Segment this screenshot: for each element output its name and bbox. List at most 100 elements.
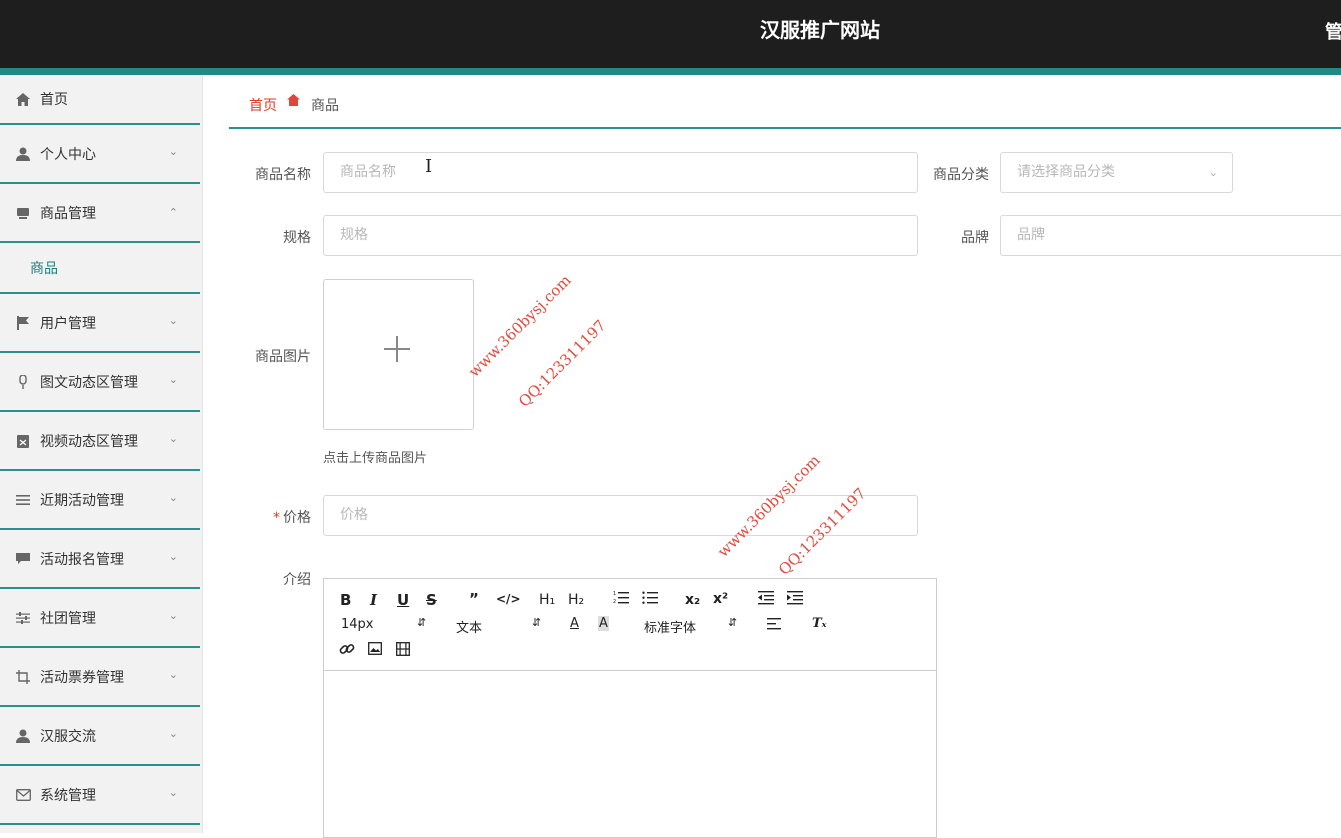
sidebar-item-label: 系统管理 [40,787,96,804]
sidebar-item-video[interactable]: 视频动态区管理 ⌄ [0,412,200,471]
chevron-down-icon: ⌄ [168,491,178,504]
sidebar-item-label: 活动报名管理 [40,551,124,568]
chevron-down-icon: ⌄ [168,314,178,327]
updown-icon: ⇵ [532,616,542,629]
price-label-text: 价格 [283,510,311,526]
sidebar-item-home[interactable]: 首页 [0,75,200,125]
top-header: 汉服推广网站 管 [0,0,1341,68]
main-content: 首页 商品 商品名称 商品名称 商品分类 请选择商品分类 ⌄ 规格 规格 品牌 … [229,75,1341,838]
sidebar-item-label: 商品管理 [40,205,96,222]
brand-input[interactable]: 品牌 [1000,215,1341,256]
category-select[interactable]: 请选择商品分类 ⌄ [1000,152,1233,193]
background-color-icon[interactable]: A [598,616,609,631]
sidebar-subitem-goods[interactable]: 商品 [0,243,200,294]
home-icon [14,91,32,107]
breadcrumb-home[interactable]: 首页 [249,95,277,115]
spec-label: 规格 [283,230,311,246]
brand-label: 品牌 [961,230,989,246]
outdent-icon[interactable] [758,591,774,609]
text-type-select[interactable]: 文本 [456,617,482,636]
flag-icon [14,315,32,331]
h2-icon[interactable]: H₂ [568,592,584,608]
code-icon[interactable]: </> [496,592,521,606]
sidebar-item-hanfu-exchange[interactable]: 汉服交流 ⌄ [0,707,200,766]
user-icon [14,728,32,744]
header-accent-strip [0,68,1341,75]
category-placeholder: 请选择商品分类 [1017,164,1115,180]
spec-input[interactable]: 规格 [323,215,918,256]
italic-icon[interactable]: I [370,591,377,609]
admin-label[interactable]: 管 [1325,18,1341,44]
intro-label: 介绍 [283,572,311,588]
sidebar-item-ticket[interactable]: 活动票券管理 ⌄ [0,648,200,707]
chevron-down-icon: ⌄ [168,786,178,799]
image-label: 商品图片 [255,349,311,365]
video-icon[interactable] [396,642,410,660]
chevron-down-icon: ⌄ [168,609,178,622]
image-upload[interactable] [323,279,474,430]
h1-icon[interactable]: H₁ [539,592,555,608]
chevron-down-icon: ⌄ [168,432,178,445]
chevron-down-icon: ⌄ [168,668,178,681]
site-title: 汉服推广网站 [760,18,880,42]
chevron-down-icon: ⌄ [168,727,178,740]
sidebar-item-club[interactable]: 社团管理 ⌄ [0,589,200,648]
image-icon[interactable] [368,642,382,659]
sidebar-item-article[interactable]: 图文动态区管理 ⌄ [0,353,200,412]
plus-icon [384,336,410,362]
breadcrumb: 首页 商品 [229,75,1341,129]
underline-icon[interactable]: U [397,591,409,609]
chevron-down-icon: ⌄ [168,373,178,386]
sidebar-item-goods[interactable]: 商品管理 ⌃ [0,184,200,243]
goods-name-input[interactable]: 商品名称 [323,152,918,193]
text-cursor-icon: I [425,156,433,177]
mail-icon [14,787,32,803]
chevron-down-icon: ⌄ [168,145,178,158]
mic-icon [14,374,32,390]
home-icon [287,94,300,110]
sidebar-item-label: 活动票券管理 [40,669,124,686]
chevron-down-icon: ⌄ [1208,166,1218,179]
price-label: * 价格 [231,507,311,527]
bold-icon[interactable]: B [340,591,351,609]
sliders-icon [14,610,32,626]
editor-content-area[interactable] [324,671,936,837]
sidebar-item-system[interactable]: 系统管理 ⌄ [0,766,200,825]
strike-icon[interactable]: S [426,591,437,609]
bullet-list-icon[interactable] [642,590,658,609]
sidebar-item-activity[interactable]: 近期活动管理 ⌄ [0,471,200,530]
box-icon [14,205,32,221]
updown-icon: ⇵ [417,616,427,629]
sidebar-item-signup[interactable]: 活动报名管理 ⌄ [0,530,200,589]
sidebar-item-label: 汉服交流 [40,728,96,745]
sidebar-item-label: 近期活动管理 [40,492,124,509]
font-size-select[interactable]: 14px [341,617,374,632]
updown-icon: ⇵ [728,616,738,629]
sidebar-item-label: 图文动态区管理 [40,374,138,391]
subscript-icon[interactable]: x₂ [685,592,700,608]
sidebar-item-personal[interactable]: 个人中心 ⌄ [0,125,200,184]
chevron-down-icon: ⌄ [168,550,178,563]
clear-format-icon[interactable]: Tₓ [812,616,827,631]
quote-icon[interactable]: ” [469,590,479,608]
breadcrumb-current: 商品 [311,98,339,114]
ordered-list-icon[interactable]: 12 [613,590,629,609]
font-family-select[interactable]: 标准字体 [644,617,696,636]
sidebar-item-users[interactable]: 用户管理 ⌄ [0,294,200,353]
sidebar-item-label: 用户管理 [40,315,96,332]
sidebar-item-label: 个人中心 [40,146,96,163]
link-icon[interactable] [339,641,355,661]
editor-toolbar: B I U S ” </> H₁ H₂ 12 x₂ x² 14px ⇵ 文本 ⇵… [324,579,936,671]
chat-icon [14,551,32,567]
svg-text:2: 2 [613,599,616,605]
list-icon [14,492,32,508]
indent-icon[interactable] [787,591,803,609]
svg-text:1: 1 [613,591,616,597]
align-icon[interactable] [767,618,781,634]
category-label: 商品分类 [933,167,989,183]
upload-tip: 点击上传商品图片 [323,451,428,466]
chevron-up-icon: ⌃ [168,206,178,219]
crop-icon [14,669,32,685]
font-color-icon[interactable]: A [570,616,579,631]
superscript-icon[interactable]: x² [713,591,728,607]
